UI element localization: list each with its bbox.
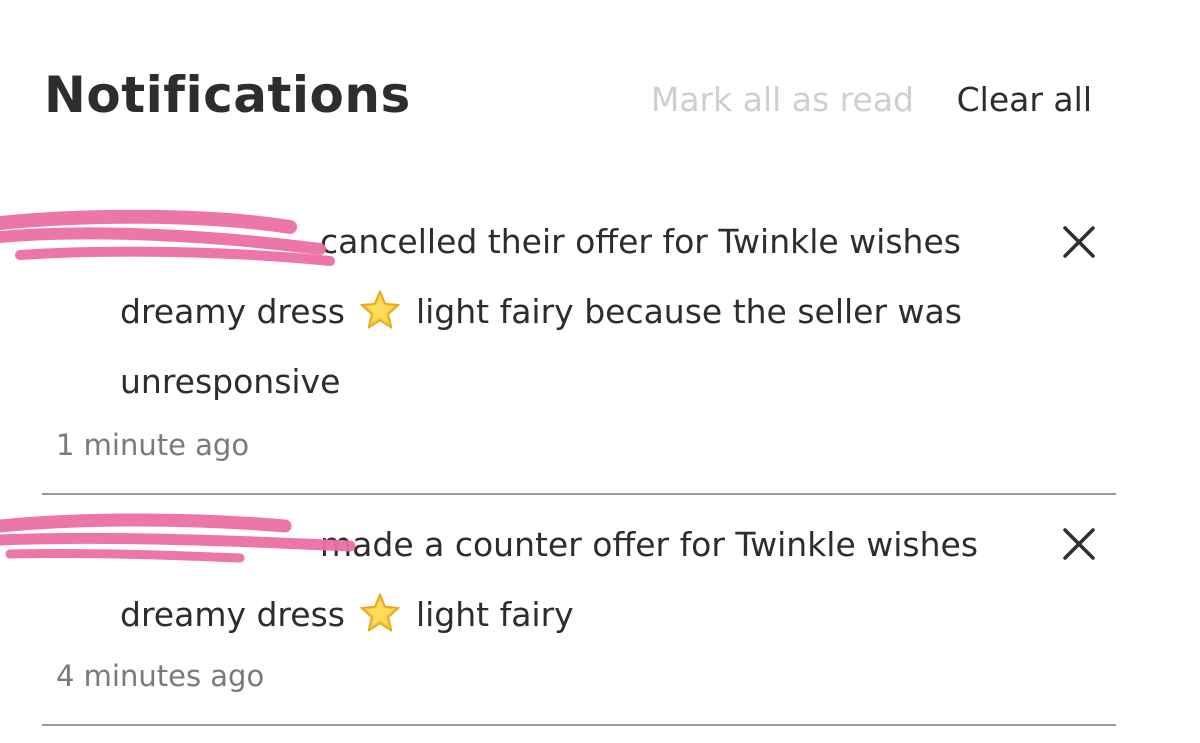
notification-item[interactable]: cancelled their offer for Twinkle wishes… xyxy=(42,200,1116,495)
close-notification-button[interactable] xyxy=(1060,223,1098,261)
close-icon xyxy=(1063,528,1095,560)
notification-timestamp: 4 minutes ago xyxy=(56,659,265,693)
mark-all-as-read-button[interactable]: Mark all as read xyxy=(651,80,914,119)
notification-list: cancelled their offer for Twinkle wishes… xyxy=(42,200,1116,726)
star-emoji-icon xyxy=(360,593,401,632)
page-title: Notifications xyxy=(44,66,411,124)
notification-message: made a counter offer for Twinkle wishes … xyxy=(120,510,1040,650)
notification-message: cancelled their offer for Twinkle wishes… xyxy=(120,207,1040,417)
star-emoji-icon xyxy=(360,290,401,329)
notification-text-after: light fairy xyxy=(415,595,574,634)
redacted-username xyxy=(120,224,320,264)
notification-timestamp: 1 minute ago xyxy=(56,428,250,462)
clear-all-button[interactable]: Clear all xyxy=(957,80,1092,119)
notification-item[interactable]: made a counter offer for Twinkle wishes … xyxy=(42,495,1116,726)
close-notification-button[interactable] xyxy=(1060,525,1098,563)
redacted-username xyxy=(120,527,320,567)
notifications-header: Notifications Mark all as read Clear all xyxy=(44,66,1104,136)
close-icon xyxy=(1063,226,1095,258)
